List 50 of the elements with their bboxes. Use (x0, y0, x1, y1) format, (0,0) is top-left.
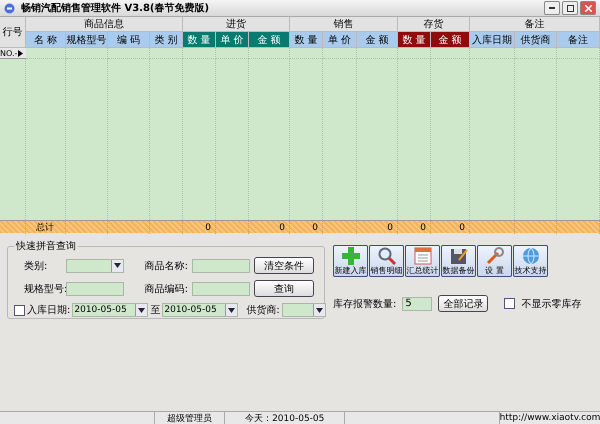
toolbar-button[interactable]: 汇总统计 (405, 245, 440, 277)
toolbar-button[interactable]: 设 置 (477, 245, 512, 277)
field-label: 供货商: (246, 304, 280, 317)
group-title: 快速拼音查询 (14, 240, 77, 253)
total-value: 0 (387, 222, 393, 232)
field-label: 商品名称: (144, 260, 188, 272)
clear-button[interactable]: 清空条件 (254, 257, 314, 274)
total-value: 0 (459, 222, 465, 232)
column-header: 规格型号 (66, 32, 108, 48)
total-value: 0 (205, 222, 211, 232)
toolbar-button[interactable]: 销售明细 (369, 245, 404, 277)
date-picker[interactable]: 2010-05-05 (72, 303, 148, 317)
date-value: 2010-05-05 (74, 305, 127, 315)
all-records-button[interactable]: 全部记录 (438, 295, 488, 312)
column-header: 备注 (557, 32, 600, 48)
window-title: 畅销汽配销售管理软件 V3.8(春节免费版) (21, 2, 210, 15)
status-date: 今天：2010-05-05 (245, 412, 324, 424)
status-user: 超级管理员 (166, 412, 212, 424)
toolbar-button[interactable]: 数据备份 (441, 245, 476, 277)
column-header: 供货商 (515, 32, 557, 48)
field-label: 类别: (23, 260, 48, 272)
column-header: 名 称 (26, 32, 66, 48)
column-header: 数 量 (398, 32, 431, 48)
date-value: 2010-05-05 (164, 305, 217, 315)
field-label: 库存报警数量: (333, 298, 396, 310)
checkbox-label: 入库日期: (27, 304, 70, 317)
field-label: 商品编码: (144, 282, 188, 296)
query-button[interactable]: 查询 (254, 280, 314, 297)
field-label: 至 (150, 304, 160, 317)
toolbar-button[interactable]: 技术支持 (513, 245, 548, 277)
total-value: 0 (312, 222, 318, 232)
column-header: 金 额 (357, 32, 398, 48)
column-header: 金 额 (249, 32, 290, 48)
row-marker: NO.- (0, 48, 18, 58)
column-header: 金 额 (431, 32, 470, 48)
checkbox-label: 不显示零库存 (521, 298, 582, 310)
total-label: 总计 (36, 222, 54, 234)
status-url: http://www.xiaotv.com (500, 413, 600, 423)
column-header: 单 价 (323, 32, 357, 48)
total-value: 0 (279, 222, 285, 232)
date-picker[interactable]: 2010-05-05 (162, 303, 238, 317)
column-header: 数 量 (290, 32, 323, 48)
column-header: 单 价 (216, 32, 249, 48)
column-header: 类 别 (150, 32, 183, 48)
total-value: 0 (420, 222, 426, 232)
column-header: 数 量 (183, 32, 216, 48)
input-field[interactable]: 5 (402, 296, 432, 310)
column-header: 入库日期 (470, 32, 515, 48)
toolbar-button[interactable]: 新建入库 (333, 245, 368, 277)
column-header: 编 码 (108, 32, 150, 48)
